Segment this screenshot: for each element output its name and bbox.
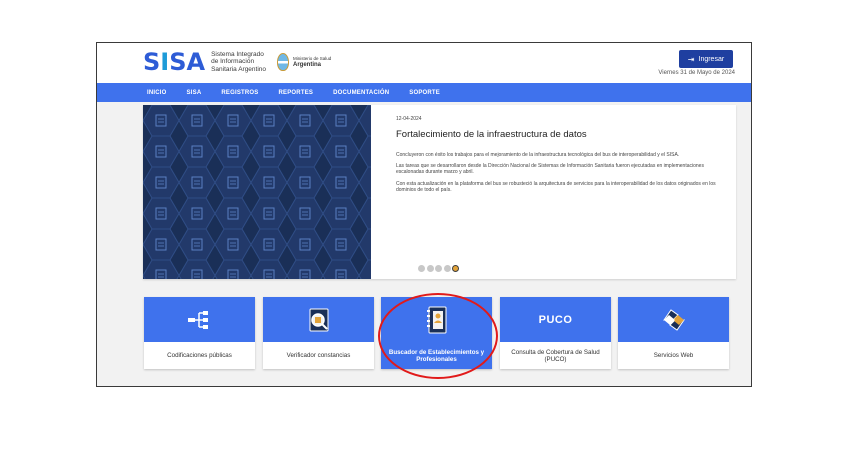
- web-services-icon: [662, 308, 685, 331]
- card-label: Buscador de Establecimientos y Profesion…: [381, 342, 492, 369]
- login-icon: ⇥: [687, 54, 695, 64]
- carousel-dot[interactable]: [435, 265, 442, 272]
- card-label: Servicios Web: [653, 352, 694, 359]
- hierarchy-icon: [187, 310, 208, 329]
- carousel-dot[interactable]: [443, 265, 451, 272]
- browser-frame: SISA Sistema Integrado de Información Sa…: [96, 42, 752, 387]
- logo-text: Sistema Integrado de Información Sanitar…: [211, 51, 266, 74]
- card-label: Consulta de Cobertura de Salud (PUCO): [511, 348, 600, 363]
- site-header: SISA Sistema Integrado de Información Sa…: [97, 43, 751, 83]
- card-verificador[interactable]: Verificador constancias: [263, 297, 374, 369]
- directory-book-icon: [426, 306, 446, 333]
- nav-item-documentacion[interactable]: DOCUMENTACIÓN: [333, 90, 389, 96]
- news-title[interactable]: Fortalecimiento de la infraestructura de…: [396, 129, 587, 140]
- banner-image: [143, 105, 371, 279]
- puco-logo-text: PUCO: [538, 313, 573, 326]
- card-buscador-establecimientos[interactable]: Buscador de Establecimientos y Profesion…: [381, 297, 492, 369]
- main-nav: INICIO SISA REGISTROS REPORTES DOCUMENTA…: [97, 83, 751, 102]
- ministry-country: Argentina: [293, 62, 322, 68]
- carousel-dot[interactable]: [418, 265, 425, 272]
- card-servicios-web[interactable]: Servicios Web: [618, 297, 729, 369]
- news-paragraph: Concluyeron con éxito los trabajos para …: [396, 152, 680, 158]
- logo-line-1: Sistema Integrado: [211, 50, 264, 58]
- carousel-indicators: [418, 265, 459, 272]
- card-label: Codificaciones públicas: [167, 352, 232, 359]
- nav-item-sisa[interactable]: SISA: [187, 90, 202, 96]
- logo-line-3: Sanitaria Argentino: [211, 65, 267, 73]
- news-paragraph: Las tareas que se desarrollaron desde la…: [396, 163, 704, 176]
- card-codificaciones[interactable]: Codificaciones públicas: [144, 297, 255, 369]
- card-label: Verificador constancias: [286, 352, 351, 359]
- argentina-seal-icon: [277, 53, 289, 71]
- card-puco[interactable]: PUCO Consulta de Cobertura de Salud (PUC…: [500, 297, 611, 369]
- nav-item-inicio[interactable]: INICIO: [147, 90, 167, 96]
- document-search-icon: [309, 308, 328, 331]
- logo-mark: SISA: [143, 48, 206, 76]
- nav-item-soporte[interactable]: SOPORTE: [409, 90, 440, 96]
- login-label: Ingresar: [698, 55, 725, 63]
- ministry-logo: Ministerio de Salud Argentina: [277, 53, 331, 71]
- carousel-dot-active[interactable]: [452, 265, 459, 272]
- news-paragraph: Con esta actualización en la plataforma …: [396, 180, 716, 193]
- sisa-logo[interactable]: SISA Sistema Integrado de Información Sa…: [143, 50, 266, 74]
- hexagon-pattern-icon: [143, 105, 371, 279]
- nav-item-registros[interactable]: REGISTROS: [221, 90, 258, 96]
- current-date: Viernes 31 de Mayo de 2024: [658, 70, 735, 76]
- news-carousel: 12-04-2024 Fortalecimiento de la infraes…: [143, 105, 736, 279]
- carousel-dot[interactable]: [426, 265, 434, 272]
- logo-line-2: de Información: [211, 58, 255, 66]
- news-body: Concluyeron con éxito los trabajos para …: [396, 152, 726, 198]
- news-date: 12-04-2024: [396, 116, 422, 122]
- login-button[interactable]: ⇥ Ingresar: [679, 50, 733, 68]
- nav-item-reportes[interactable]: REPORTES: [279, 90, 314, 96]
